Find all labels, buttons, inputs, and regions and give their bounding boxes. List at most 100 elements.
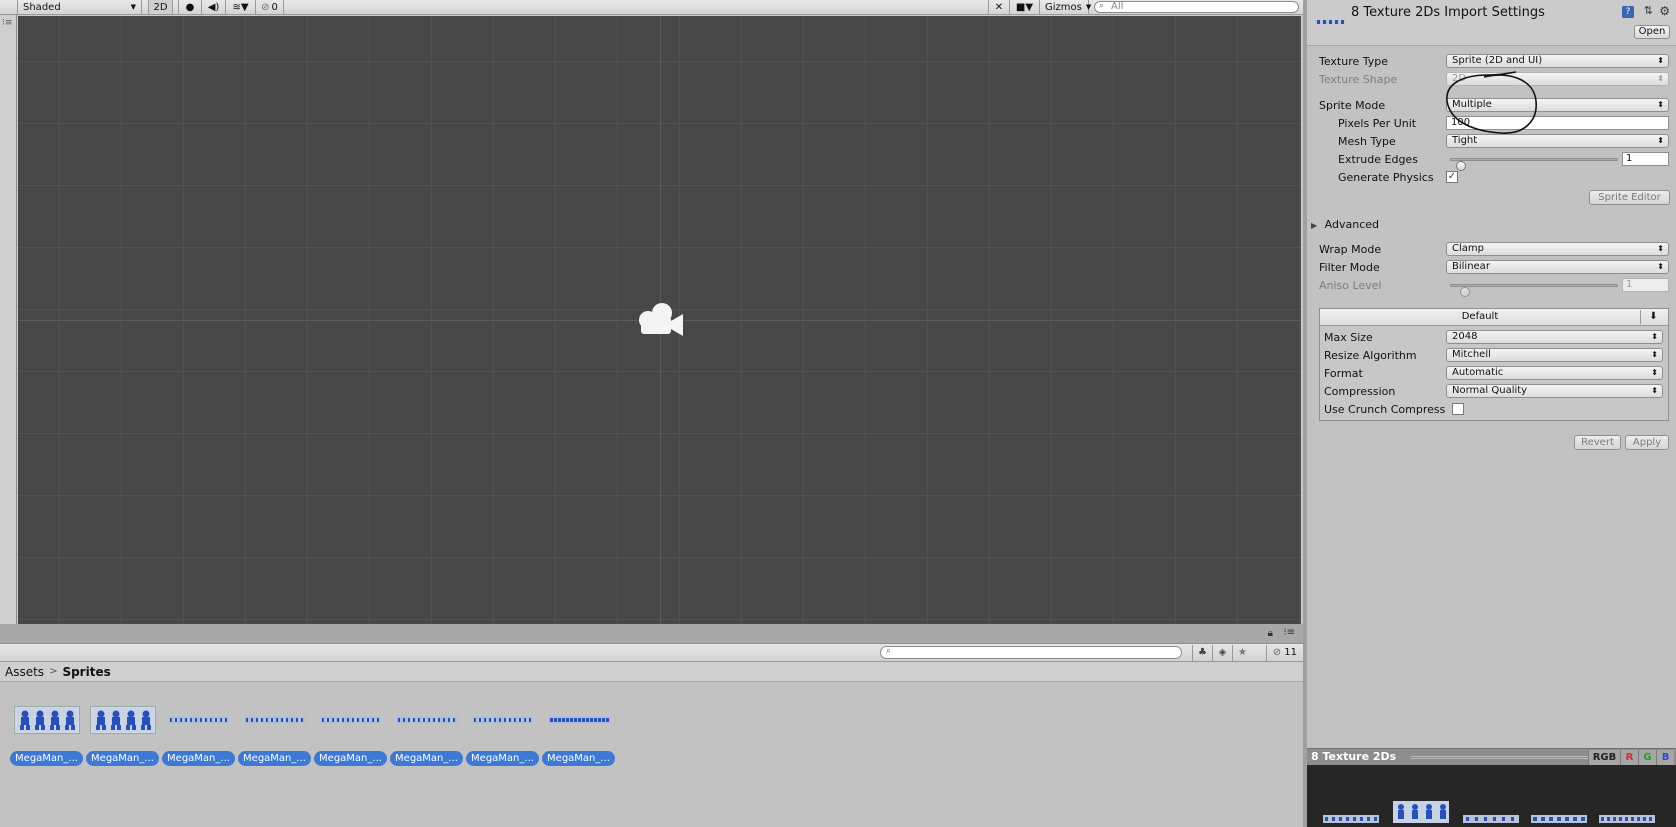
chevron-down-icon: ▼ [1085,3,1092,11]
favorites-button[interactable]: ★ [1232,645,1252,661]
preview-thumb-strip [1323,815,1379,823]
search-by-label-button[interactable]: ◈ [1212,645,1232,661]
project-panel: 🔒︎ ⁝≡ ⌕ ♣ ◈ ★ ⊘ 11 Assets > Sprites Mega… [0,624,1303,827]
max-size-dropdown[interactable]: 2048 ⬍ [1446,330,1663,344]
asset-item[interactable]: MegaMan_... [314,706,390,772]
resize-algorithm-dropdown[interactable]: Mitchell ⬍ [1446,348,1663,362]
dropdown-arrows-icon: ⬍ [1651,386,1658,395]
eye-slash-icon: ⊘ [1272,647,1282,658]
asset-label[interactable]: MegaMan_... [466,751,539,766]
channel-g-button[interactable]: G [1638,750,1656,765]
texture-shape-label: Texture Shape [1319,73,1398,86]
help-icon[interactable]: ? [1622,6,1634,18]
filter-mode-dropdown[interactable]: Bilinear ⬍ [1446,260,1669,274]
scene-search-input[interactable]: ⌕ All [1094,1,1299,13]
compression-dropdown[interactable]: Normal Quality ⬍ [1446,384,1663,398]
search-by-type-button[interactable]: ♣ [1192,645,1212,661]
format-value: Automatic [1452,367,1504,378]
asset-label[interactable]: MegaMan_... [314,751,387,766]
download-icon[interactable]: ⬇ [1640,310,1666,324]
gear-icon[interactable]: ⚙ [1659,4,1670,18]
platform-tab-bar: Default ⬇ [1320,309,1668,326]
presets-icon[interactable]: ⇅ [1644,4,1653,17]
asset-label[interactable]: MegaMan_... [10,751,83,766]
search-icon: ⌕ [886,646,892,656]
sprite-thumbnail[interactable] [242,706,308,734]
filter-mode-label: Filter Mode [1319,261,1380,274]
aniso-level-input: 1 [1622,278,1669,292]
sprite-thumbnail[interactable] [14,706,80,734]
inspector-panel: 8 Texture 2Ds Import Settings ? ⇅ ⚙ Open… [1307,0,1676,827]
preview-header[interactable]: 8 Texture 2Ds RGB R G B [1307,748,1676,765]
sprite-thumbnail-image [168,716,230,724]
camera-gizmo-icon[interactable] [635,299,687,341]
asset-label[interactable]: MegaMan_... [390,751,463,766]
layers-icon: ≋ [232,1,241,13]
gizmos-dropdown[interactable]: Gizmos ▼ [1040,0,1092,14]
sprite-editor-button[interactable]: Sprite Editor [1589,190,1670,205]
slider-handle [1460,287,1470,297]
shading-mode-dropdown[interactable]: Shaded ▼ [18,0,142,14]
channel-b-button[interactable]: B [1656,750,1674,765]
breadcrumb-assets[interactable]: Assets [5,665,44,679]
hidden-packages-toggle[interactable]: ⊘ 11 [1265,645,1303,661]
asset-label[interactable]: MegaMan_... [86,751,159,766]
filter-mode-row: Filter Mode Bilinear ⬍ [1319,260,1669,275]
scene-viewport[interactable] [18,16,1301,624]
dropdown-arrows-icon: ⬍ [1651,332,1658,341]
sprite-thumbnail-image [17,708,77,732]
tab-default[interactable]: Default [1320,311,1640,322]
asset-item[interactable]: MegaMan_... [238,706,314,772]
advanced-label: Advanced [1324,218,1379,231]
revert-button[interactable]: Revert [1574,435,1621,450]
apply-button[interactable]: Apply [1625,435,1669,450]
panel-menu-icon[interactable]: ⁝≡ [1283,627,1295,638]
resize-algorithm-row: Resize Algorithm Mitchell ⬍ [1324,348,1664,363]
open-button[interactable]: Open [1634,25,1670,39]
channel-r-button[interactable]: R [1620,750,1638,765]
wrap-mode-dropdown[interactable]: Clamp ⬍ [1446,242,1669,256]
asset-item[interactable]: MegaMan_... [542,706,618,772]
lighting-toggle[interactable]: ● [178,0,202,14]
hidden-objects-toggle[interactable]: ⊘ 0 [256,0,284,14]
asset-item[interactable]: MegaMan_... [466,706,542,772]
extrude-edges-input[interactable]: 1 [1622,152,1669,166]
sprite-thumbnail[interactable] [318,706,384,734]
asset-label[interactable]: MegaMan_... [542,751,615,766]
asset-item[interactable]: MegaMan_... [162,706,238,772]
preview-thumb-strip [1463,815,1519,823]
use-crunch-checkbox[interactable] [1452,403,1464,415]
camera-dropdown[interactable]: ■ ▼ [1010,0,1040,14]
effects-dropdown[interactable]: ≋ ▼ [226,0,256,14]
toolbar-left-edge [0,0,18,14]
advanced-foldout[interactable]: ▶ Advanced [1311,218,1379,231]
generate-physics-checkbox[interactable]: ✓ [1446,171,1458,183]
channel-rgb-button[interactable]: RGB [1588,750,1620,765]
sprite-thumbnail[interactable] [166,706,232,734]
lock-icon[interactable]: 🔒︎ [1268,628,1273,639]
star-icon: ★ [1238,647,1247,658]
shading-mode-label: Shaded [23,1,61,13]
format-dropdown[interactable]: Automatic ⬍ [1446,366,1663,380]
2d-mode-toggle[interactable]: 2D [148,0,173,14]
sprite-thumbnail[interactable] [470,706,536,734]
audio-toggle[interactable]: ◀) [202,0,226,14]
texture-type-dropdown[interactable]: Sprite (2D and UI) ⬍ [1446,54,1669,68]
sprite-thumbnail[interactable] [394,706,460,734]
sprite-thumbnail-image [472,716,534,724]
asset-item[interactable]: MegaMan_... [86,706,162,772]
asset-item[interactable]: MegaMan_... [390,706,466,772]
project-search-input[interactable]: ⌕ [880,646,1182,659]
menu-icon[interactable]: ⁝≡ [2,18,12,28]
extrude-edges-slider[interactable] [1450,158,1618,171]
asset-label[interactable]: MegaMan_... [162,751,235,766]
drag-handle[interactable] [1411,756,1588,759]
sprite-thumbnail[interactable] [546,706,612,734]
asset-label[interactable]: MegaMan_... [238,751,311,766]
breadcrumb-sprites[interactable]: Sprites [62,665,110,679]
asset-item[interactable]: MegaMan_... [10,706,86,772]
dropdown-arrows-icon: ⬍ [1657,100,1664,109]
tools-button[interactable]: ✕ [988,0,1010,14]
sprite-thumbnail[interactable] [90,706,156,734]
sprite-thumbnail-image [244,716,306,724]
